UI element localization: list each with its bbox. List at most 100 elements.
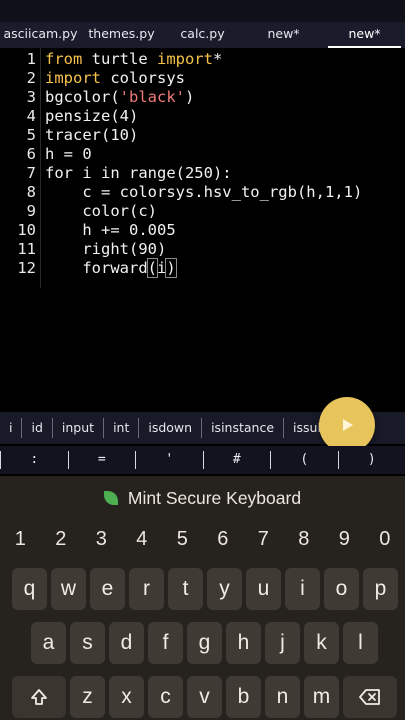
- tab-themes[interactable]: themes.py: [81, 22, 162, 48]
- key-i[interactable]: i: [285, 568, 320, 610]
- line-number: 4: [26, 107, 36, 125]
- suggestion-item[interactable]: input: [53, 418, 105, 438]
- backspace-icon: [359, 689, 380, 705]
- code-text: turtle: [82, 50, 157, 68]
- tab-bar: asciicam.py themes.py calc.py new* new*: [0, 22, 405, 48]
- key-4[interactable]: 4: [122, 526, 163, 552]
- symbol-key-hash[interactable]: #: [202, 451, 271, 469]
- key-g[interactable]: g: [187, 622, 222, 664]
- backspace-key[interactable]: [343, 676, 397, 718]
- line-number: 5: [26, 126, 36, 144]
- symbol-bar: : = ' # ( ): [0, 446, 405, 474]
- suggestion-item[interactable]: isdown: [139, 418, 203, 438]
- key-b[interactable]: b: [226, 676, 261, 718]
- keyword: import: [45, 69, 101, 87]
- key-p[interactable]: p: [363, 568, 398, 610]
- suggestion-item[interactable]: int: [104, 418, 140, 438]
- key-o[interactable]: o: [324, 568, 359, 610]
- keyboard-header: Mint Secure Keyboard: [0, 484, 405, 512]
- symbol-key-equals[interactable]: =: [67, 451, 136, 469]
- line-number: 9: [26, 202, 36, 220]
- symbol-key-open-paren[interactable]: (: [270, 451, 338, 469]
- key-8[interactable]: 8: [284, 526, 325, 552]
- code-text: for i in range(250):: [45, 164, 232, 182]
- code-line: 10 h += 0.005: [0, 221, 405, 240]
- symbol-key-close-paren[interactable]: ): [337, 451, 405, 469]
- key-d[interactable]: d: [109, 622, 144, 664]
- key-m[interactable]: m: [304, 676, 339, 718]
- key-row-3: z x c v b n m: [0, 676, 405, 718]
- key-l[interactable]: l: [343, 622, 378, 664]
- code-line: 8 c = colorsys.hsv_to_rgb(h,1,1): [0, 183, 405, 202]
- key-q[interactable]: q: [12, 568, 47, 610]
- key-row-1: q w e r t y u i o p: [0, 568, 405, 610]
- key-9[interactable]: 9: [324, 526, 365, 552]
- shift-key[interactable]: [12, 676, 66, 718]
- code-text: forward: [45, 259, 148, 277]
- code-line: 9 color(c): [0, 202, 405, 221]
- code-text: color(c): [45, 202, 157, 220]
- code-line: 11 right(90): [0, 240, 405, 259]
- symbol-key-colon[interactable]: :: [0, 451, 68, 469]
- key-1[interactable]: 1: [0, 526, 41, 552]
- key-r[interactable]: r: [129, 568, 164, 610]
- line-number: 6: [26, 145, 36, 163]
- key-t[interactable]: t: [168, 568, 203, 610]
- key-h[interactable]: h: [226, 622, 261, 664]
- code-text: colorsys: [101, 69, 185, 87]
- matched-bracket: (: [146, 258, 159, 278]
- code-text: *: [212, 50, 223, 68]
- key-row-2: a s d f g h j k l: [0, 622, 405, 664]
- key-n[interactable]: n: [265, 676, 300, 718]
- code-line: 12 forward(i): [0, 258, 405, 278]
- key-f[interactable]: f: [148, 622, 183, 664]
- code-line: 7 for i in range(250):: [0, 164, 405, 183]
- key-w[interactable]: w: [51, 568, 86, 610]
- key-5[interactable]: 5: [162, 526, 203, 552]
- key-k[interactable]: k: [304, 622, 339, 664]
- key-2[interactable]: 2: [41, 526, 82, 552]
- code-editor[interactable]: 1 from turtle import* 2 import colorsys …: [0, 48, 405, 410]
- key-v[interactable]: v: [187, 676, 222, 718]
- key-a[interactable]: a: [31, 622, 66, 664]
- tab-new-1[interactable]: new*: [243, 22, 324, 48]
- key-3[interactable]: 3: [81, 526, 122, 552]
- code-line: 1 from turtle import*: [0, 50, 405, 69]
- key-z[interactable]: z: [70, 676, 105, 718]
- key-e[interactable]: e: [90, 568, 125, 610]
- key-7[interactable]: 7: [243, 526, 284, 552]
- key-u[interactable]: u: [246, 568, 281, 610]
- symbol-key-quote[interactable]: ': [135, 451, 203, 469]
- code-text: ): [184, 88, 195, 106]
- line-number: 11: [17, 240, 36, 258]
- keyword: import: [156, 50, 213, 68]
- line-number: 8: [26, 183, 36, 201]
- key-s[interactable]: s: [70, 622, 105, 664]
- tab-asciicam[interactable]: asciicam.py: [0, 22, 81, 48]
- key-y[interactable]: y: [207, 568, 242, 610]
- mint-leaf-icon: [103, 491, 118, 505]
- line-number: 7: [26, 164, 36, 182]
- text-cursor-position: i: [157, 259, 167, 277]
- key-x[interactable]: x: [109, 676, 144, 718]
- code-line: 3 bgcolor('black'): [0, 88, 405, 107]
- code-text: right(90): [45, 240, 167, 258]
- soft-keyboard: Mint Secure Keyboard 1 2 3 4 5 6 7 8 9 0…: [0, 476, 405, 720]
- key-0[interactable]: 0: [365, 526, 405, 552]
- line-number: 1: [26, 50, 36, 68]
- code-text: bgcolor(: [45, 88, 120, 106]
- code-line: 6 h = 0: [0, 145, 405, 164]
- tab-calc[interactable]: calc.py: [162, 22, 243, 48]
- code-text: pensize(4): [45, 107, 139, 125]
- key-6[interactable]: 6: [203, 526, 244, 552]
- code-line: 5 tracer(10): [0, 126, 405, 145]
- suggestion-item[interactable]: id: [22, 418, 53, 438]
- key-c[interactable]: c: [148, 676, 183, 718]
- tab-new-2-active[interactable]: new*: [324, 22, 405, 48]
- run-button[interactable]: [319, 397, 375, 453]
- suggestion-item[interactable]: i: [0, 418, 23, 438]
- key-j[interactable]: j: [265, 622, 300, 664]
- suggestion-item[interactable]: isinstance: [202, 418, 285, 438]
- line-number: 12: [17, 259, 36, 277]
- line-number: 10: [17, 221, 36, 239]
